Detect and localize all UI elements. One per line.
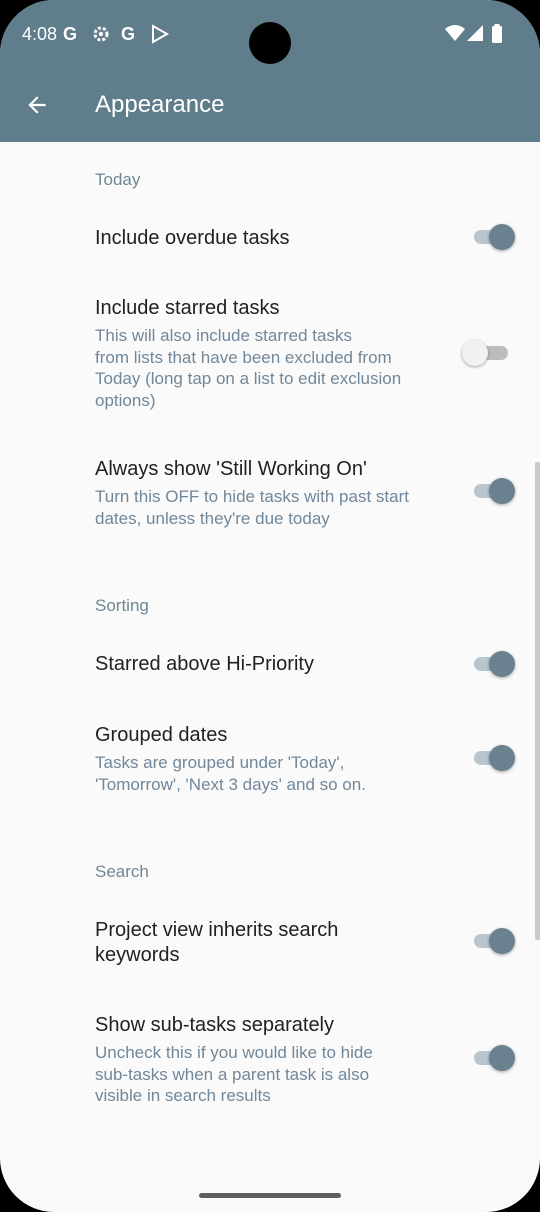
show-sub-tasks-toggle[interactable] (472, 1043, 516, 1073)
play-store-icon (150, 24, 170, 49)
setting-title: Grouped dates (95, 724, 228, 746)
back-button[interactable] (22, 90, 52, 120)
setting-title: Show sub-tasks separately (95, 1014, 335, 1036)
section-header-sorting: Sorting (95, 596, 149, 615)
setting-title: Starred above Hi-Priority (95, 653, 314, 675)
settings-gear-icon (91, 24, 111, 49)
include-starred-toggle[interactable] (462, 338, 516, 368)
arrow-back-icon (28, 96, 46, 114)
google-icon: G (121, 24, 136, 44)
setting-title: Always show 'Still Working On' (95, 458, 367, 480)
setting-title: Project view inherits search keywords (95, 919, 339, 966)
page-title: Appearance (95, 91, 225, 118)
section-header-search: Search (95, 862, 149, 881)
setting-description: Tasks are grouped under 'Today', 'Tomorr… (95, 753, 366, 794)
setting-description: Turn this OFF to hide tasks with past st… (95, 487, 409, 528)
phone-screen: 4:08 G G Appearance Today Include overdu… (0, 0, 540, 1212)
still-working-on-toggle[interactable] (472, 476, 516, 506)
starred-above-hi-priority-toggle[interactable] (472, 649, 516, 679)
setting-description: Uncheck this if you would like to hide s… (95, 1043, 373, 1105)
status-time: 4:08 (22, 24, 58, 44)
wifi-icon (444, 24, 466, 47)
grouped-dates-toggle[interactable] (472, 743, 516, 773)
home-indicator[interactable] (199, 1193, 341, 1198)
scrollbar[interactable] (535, 462, 540, 940)
project-view-inherits-toggle[interactable] (472, 926, 516, 956)
google-icon: G (63, 24, 78, 44)
include-overdue-toggle[interactable] (472, 222, 516, 252)
signal-icon (466, 24, 484, 47)
setting-title: Include starred tasks (95, 297, 280, 319)
section-header-today: Today (95, 170, 141, 189)
app-bar: 4:08 G G Appearance (0, 0, 540, 142)
battery-icon (491, 24, 503, 49)
setting-description: This will also include starred tasks fro… (95, 326, 402, 410)
setting-title: Include overdue tasks (95, 227, 290, 249)
camera-cutout (249, 22, 291, 64)
